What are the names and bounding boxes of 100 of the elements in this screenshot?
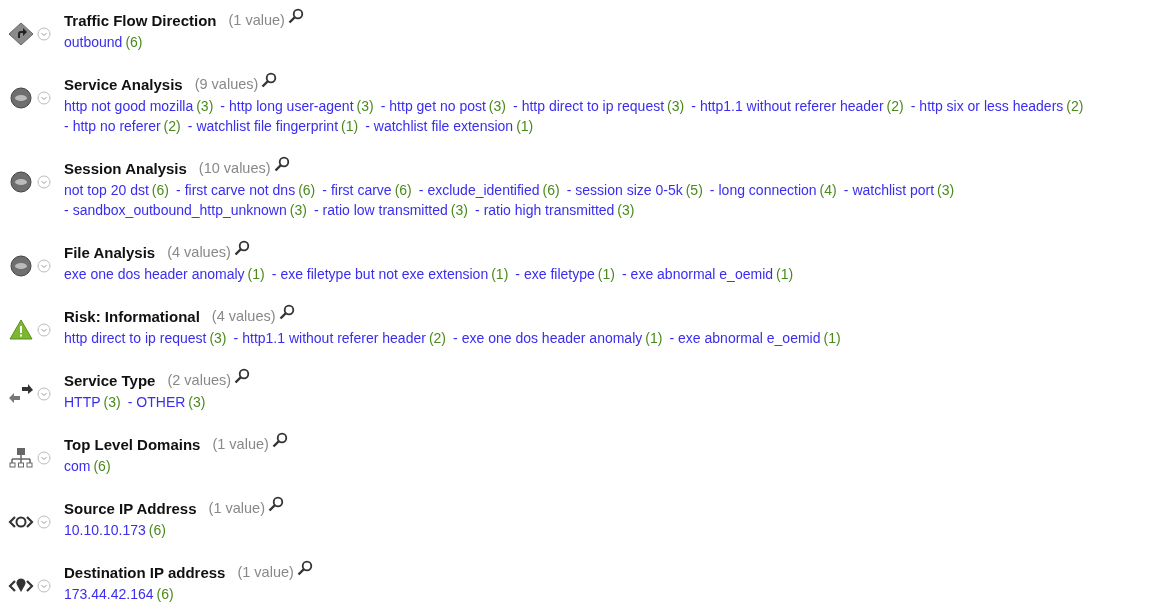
disc-icon xyxy=(8,86,34,110)
value-link[interactable]: http direct to ip request xyxy=(521,98,665,114)
group-title: Traffic Flow Direction xyxy=(64,11,217,29)
value-link[interactable]: long connection xyxy=(718,182,817,198)
value-count: (2) xyxy=(1066,98,1084,114)
group-title: Top Level Domains xyxy=(64,435,201,453)
value-link[interactable]: 10.10.10.173 xyxy=(64,522,146,538)
disc-icon xyxy=(8,254,34,278)
value-link[interactable]: exe abnormal e_oemid xyxy=(678,330,821,346)
value-count: (2 values) xyxy=(167,372,232,388)
value-count: (3) xyxy=(450,202,468,218)
separator: - xyxy=(175,182,181,198)
value-count: (3) xyxy=(188,394,206,410)
search-icon[interactable] xyxy=(278,304,295,320)
value-link[interactable]: exe one dos header anomaly xyxy=(461,330,643,346)
separator: - xyxy=(271,266,277,282)
value-link[interactable]: sandbox_outbound_http_unknown xyxy=(72,202,287,218)
separator: - xyxy=(513,98,518,114)
value-link[interactable]: OTHER xyxy=(136,394,186,410)
value-link[interactable]: http1.1 without referer header xyxy=(242,330,426,346)
value-link[interactable]: 173.44.42.164 xyxy=(64,586,154,602)
warning-icon xyxy=(8,318,34,342)
value-link[interactable]: ratio low transmitted xyxy=(322,202,448,218)
value-link[interactable]: first carve not dns xyxy=(184,182,296,198)
value-link[interactable]: http not good mozilla xyxy=(64,98,194,114)
value-count: (1) xyxy=(823,330,841,346)
value-count: (3) xyxy=(209,330,227,346)
separator: - xyxy=(233,330,239,346)
value-link[interactable]: http six or less headers xyxy=(919,98,1064,114)
value-count: (6) xyxy=(148,522,166,538)
value-count: (1) xyxy=(516,118,534,134)
value-count: (4 values) xyxy=(211,308,276,324)
value-link[interactable]: exclude_identified xyxy=(427,182,540,198)
value-link[interactable]: http1.1 without referer header xyxy=(699,98,884,114)
value-count: (6) xyxy=(298,182,316,198)
separator: - xyxy=(453,330,458,346)
value-count: (4 values) xyxy=(167,244,231,260)
value-link[interactable]: first carve xyxy=(330,182,392,198)
value-link[interactable]: com xyxy=(64,458,91,474)
search-icon[interactable] xyxy=(261,72,278,88)
value-link[interactable]: http direct to ip request xyxy=(64,330,207,346)
group-title: Service Analysis xyxy=(64,75,183,93)
value-link[interactable]: exe filetype but not exe extension xyxy=(280,266,489,282)
value-link[interactable]: session size 0-5k xyxy=(575,182,683,198)
value-count: (1) xyxy=(645,330,663,346)
separator: - xyxy=(843,182,849,198)
value-link[interactable]: exe abnormal e_oemid xyxy=(630,266,774,282)
search-icon[interactable] xyxy=(287,8,304,24)
separator: - xyxy=(691,98,696,114)
value-count: (3) xyxy=(356,98,374,114)
separator: - xyxy=(64,118,69,134)
value-count: (3) xyxy=(196,98,214,114)
group-title: File Analysis xyxy=(64,243,156,261)
group-title: Risk: Informational xyxy=(64,307,200,325)
value-link[interactable]: watchlist file fingerprint xyxy=(196,118,339,134)
value-count: (6) xyxy=(151,182,169,198)
group-title: Session Analysis xyxy=(64,159,187,177)
value-count: (1) xyxy=(341,118,359,134)
value-count: (1) xyxy=(491,266,509,282)
value-count: (4) xyxy=(819,182,837,198)
value-link[interactable]: ratio high transmitted xyxy=(483,202,615,218)
value-link[interactable]: exe filetype xyxy=(524,266,595,282)
value-link[interactable]: watchlist port xyxy=(852,182,935,198)
group-title: Service Type xyxy=(64,371,156,389)
search-icon[interactable] xyxy=(273,156,290,172)
value-count: (2) xyxy=(886,98,904,114)
value-link[interactable]: HTTP xyxy=(64,394,101,410)
value-count: (6) xyxy=(156,586,174,602)
value-count: (1 value) xyxy=(212,436,269,452)
value-count: (1 value) xyxy=(237,564,294,580)
search-icon[interactable] xyxy=(268,496,284,512)
search-icon[interactable] xyxy=(296,560,313,576)
value-count: (6) xyxy=(394,182,412,198)
search-icon[interactable] xyxy=(234,368,251,384)
value-count: (1 value) xyxy=(228,12,285,28)
value-link[interactable]: http get no post xyxy=(389,98,486,114)
group-title: Destination IP address xyxy=(64,563,226,581)
value-link[interactable]: http no referer xyxy=(72,118,161,134)
value-link[interactable]: exe one dos header anomaly xyxy=(64,266,245,282)
value-count: (3) xyxy=(289,202,307,218)
separator: - xyxy=(418,182,424,198)
value-count: (9 values) xyxy=(194,76,259,92)
search-icon[interactable] xyxy=(271,432,288,448)
group-title: Source IP Address xyxy=(64,499,197,517)
value-link[interactable]: not top 20 dst xyxy=(64,182,149,198)
separator: - xyxy=(910,98,916,114)
value-count: (2) xyxy=(428,330,446,346)
value-link[interactable]: outbound xyxy=(64,34,123,50)
value-link[interactable]: watchlist file extension xyxy=(373,118,514,134)
separator: - xyxy=(669,330,675,346)
value-link[interactable]: http long user-agent xyxy=(229,98,354,114)
value-count: (1) xyxy=(247,266,265,282)
separator: - xyxy=(127,394,133,410)
separator: - xyxy=(322,182,327,198)
separator: - xyxy=(621,266,627,282)
separator: - xyxy=(380,98,386,114)
value-count: (1) xyxy=(776,266,794,282)
separator: - xyxy=(187,118,193,134)
separator: - xyxy=(365,118,370,134)
search-icon[interactable] xyxy=(233,240,250,256)
